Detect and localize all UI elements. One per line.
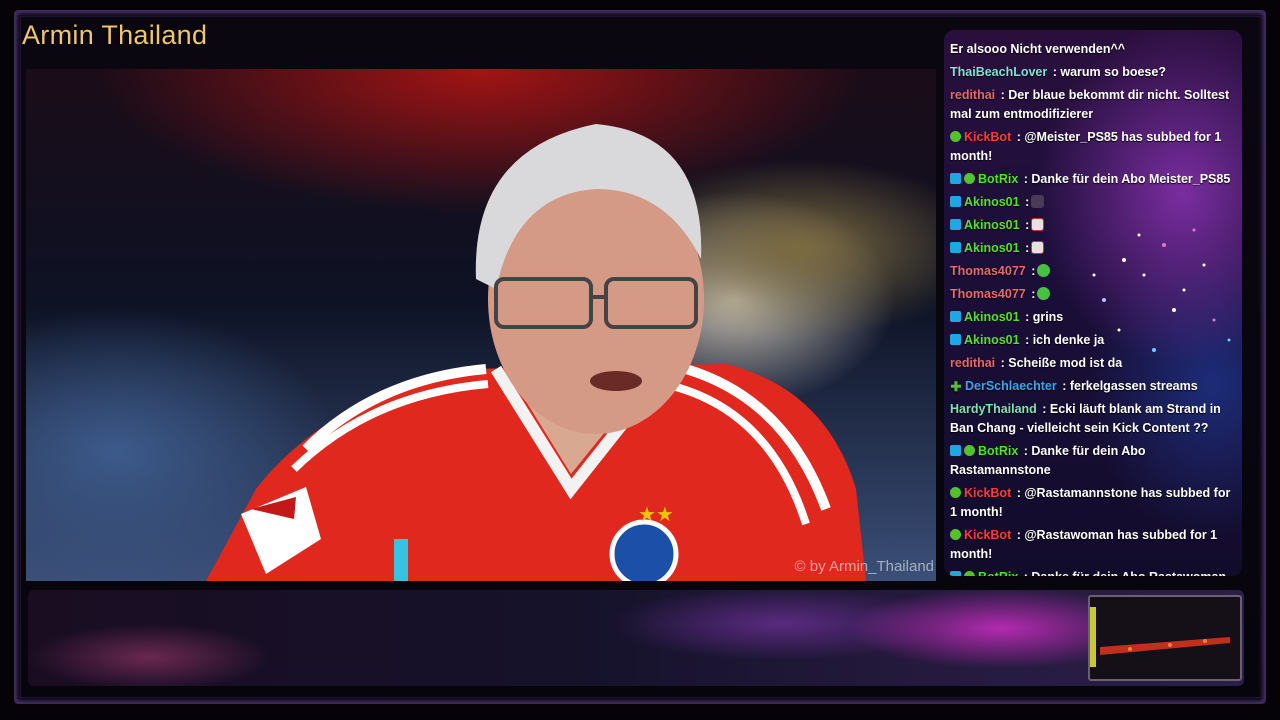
- streamer-figure: ★★: [206, 124, 866, 581]
- moderator-badge-icon: [950, 445, 961, 456]
- chat-username[interactable]: DerSchlaechter: [965, 379, 1057, 393]
- chat-text: : warum so boese?: [1049, 65, 1166, 79]
- chat-message: Akinos01 :: [950, 193, 1238, 212]
- chat-message: Thomas4077 :: [950, 262, 1238, 281]
- chat-username[interactable]: Akinos01: [964, 333, 1020, 347]
- chat-username[interactable]: KickBot: [964, 130, 1011, 144]
- chat-message: Akinos01 :: [950, 239, 1238, 258]
- chat-text: Er alsooo Nicht verwenden^^: [950, 42, 1126, 56]
- moderator-badge-icon: [950, 311, 961, 322]
- chat-username[interactable]: KickBot: [964, 486, 1011, 500]
- chat-text: : ich denke ja: [1021, 333, 1105, 347]
- verified-badge-icon: [950, 529, 961, 540]
- verified-badge-icon: [950, 487, 961, 498]
- moderator-badge-icon: [950, 571, 961, 576]
- chat-text: :: [1021, 241, 1030, 255]
- emote-icon: [1031, 218, 1045, 231]
- chat-username[interactable]: Thomas4077: [950, 287, 1026, 301]
- chat-message: KickBot : @Meister_PS85 has subbed for 1…: [950, 128, 1238, 166]
- thumbnail-scene: [1100, 637, 1230, 655]
- emote-icon: [1037, 287, 1051, 300]
- chat-message: Akinos01 : ich denke ja: [950, 331, 1238, 350]
- chat-message: Er alsooo Nicht verwenden^^: [950, 40, 1238, 59]
- plus-badge-icon: ✚: [950, 379, 962, 394]
- emote-icon: [1031, 195, 1045, 208]
- bottom-banner: [28, 590, 1244, 686]
- chat-message: Akinos01 :: [950, 216, 1238, 235]
- chat-text: : Danke für dein Abo Meister_PS85: [1020, 172, 1231, 186]
- channel-title: Armin Thailand: [22, 20, 208, 50]
- moderator-badge-icon: [950, 334, 961, 345]
- chat-username[interactable]: BotRix: [978, 172, 1018, 186]
- chat-username[interactable]: Akinos01: [964, 218, 1020, 232]
- chat-text: : grins: [1021, 310, 1064, 324]
- chat-message: ✚ DerSchlaechter : ferkelgassen streams: [950, 377, 1238, 396]
- chat-message: HardyThailand : Ecki läuft blank am Stra…: [950, 400, 1238, 438]
- chat-username[interactable]: ThaiBeachLover: [950, 65, 1047, 79]
- chat-text: :: [1027, 264, 1036, 278]
- chat-text: : ferkelgassen streams: [1058, 379, 1198, 393]
- chat-username[interactable]: HardyThailand: [950, 402, 1037, 416]
- video-watermark: © by Armin_Thailand: [794, 558, 934, 575]
- chat-message: KickBot : @Rastamannstone has subbed for…: [950, 484, 1238, 522]
- chat-message: Akinos01 : grins: [950, 308, 1238, 327]
- chat-message-list: Er alsooo Nicht verwenden^^ ThaiBeachLove…: [944, 40, 1242, 576]
- chat-text: :: [1021, 195, 1030, 209]
- chat-text: :: [1021, 218, 1030, 232]
- svg-text:★★: ★★: [638, 504, 674, 526]
- emote-icon: [1031, 241, 1045, 254]
- chat-username[interactable]: redithai: [950, 88, 995, 102]
- chat-username[interactable]: Akinos01: [964, 310, 1020, 324]
- chat-message: BotRix : Danke für dein Abo Meister_PS85: [950, 170, 1238, 189]
- moderator-badge-icon: [950, 173, 961, 184]
- chat-username[interactable]: Akinos01: [964, 195, 1020, 209]
- chat-panel[interactable]: Er alsooo Nicht verwenden^^ ThaiBeachLove…: [944, 30, 1242, 576]
- chat-text: : Scheiße mod ist da: [997, 356, 1123, 370]
- moderator-badge-icon: [950, 196, 961, 207]
- thumbnail-accent-bar: [1090, 607, 1096, 667]
- chat-username[interactable]: BotRix: [978, 444, 1018, 458]
- chat-username[interactable]: KickBot: [964, 528, 1011, 542]
- chat-username[interactable]: Akinos01: [964, 241, 1020, 255]
- chat-message: Thomas4077 :: [950, 285, 1238, 304]
- chat-message: BotRix : Danke für dein Abo Rastawoman: [950, 568, 1238, 576]
- verified-badge-icon: [950, 131, 961, 142]
- moderator-badge-icon: [950, 219, 961, 230]
- chat-message: KickBot : @Rastawoman has subbed for 1 m…: [950, 526, 1238, 564]
- camera-thumbnail: [1088, 595, 1242, 681]
- moderator-badge-icon: [950, 242, 961, 253]
- chat-message: ThaiBeachLover : warum so boese?: [950, 63, 1238, 82]
- chat-message: BotRix : Danke für dein Abo Rastamannsto…: [950, 442, 1238, 480]
- verified-badge-icon: [964, 571, 975, 576]
- chat-text: :: [1027, 287, 1036, 301]
- chat-message: redithai : Der blaue bekommt dir nicht. …: [950, 86, 1238, 124]
- chat-text: : Danke für dein Abo Rastawoman: [1020, 570, 1226, 576]
- verified-badge-icon: [964, 173, 975, 184]
- video-player[interactable]: ★★ © by Armin_Thailand: [26, 69, 936, 581]
- chat-username[interactable]: Thomas4077: [950, 264, 1026, 278]
- emote-icon: [1037, 264, 1051, 277]
- chat-username[interactable]: BotRix: [978, 570, 1018, 576]
- chat-message: redithai : Scheiße mod ist da: [950, 354, 1238, 373]
- verified-badge-icon: [964, 445, 975, 456]
- chat-username[interactable]: redithai: [950, 356, 995, 370]
